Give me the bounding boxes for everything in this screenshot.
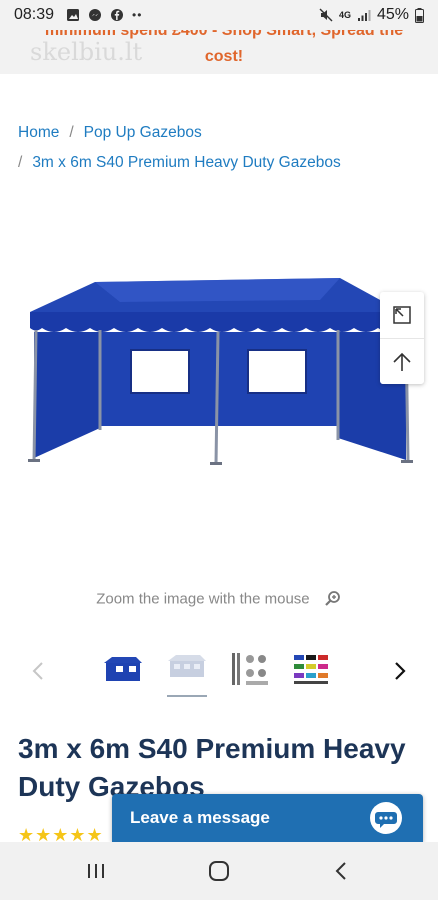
thumbnail-2[interactable] bbox=[166, 649, 208, 691]
arrow-up-icon bbox=[393, 352, 411, 371]
mute-icon bbox=[319, 8, 333, 22]
home-icon bbox=[209, 861, 229, 881]
thumbnail-1[interactable] bbox=[102, 649, 144, 691]
zoom-icon bbox=[325, 591, 340, 606]
image-tools bbox=[380, 292, 424, 384]
system-nav-bar bbox=[0, 842, 438, 900]
zoom-hint-text: Zoom the image with the mouse bbox=[96, 590, 310, 608]
expand-icon bbox=[393, 306, 411, 324]
recent-apps-icon bbox=[88, 864, 104, 878]
breadcrumb: Home / Pop Up Gazebos / 3m x 6m S40 Premium… bbox=[18, 118, 428, 178]
battery-percent: 45% bbox=[376, 6, 409, 23]
chat-widget[interactable]: Leave a message bbox=[112, 794, 423, 842]
status-dots: •• bbox=[132, 8, 143, 22]
breadcrumb-separator: / bbox=[18, 154, 23, 171]
breadcrumb-current[interactable]: 3m x 6m S40 Premium Heavy Duty Gazebos bbox=[32, 154, 340, 171]
facebook-icon bbox=[111, 9, 124, 21]
thumb-prev-button[interactable] bbox=[26, 659, 50, 683]
back-button[interactable] bbox=[321, 856, 361, 886]
recent-apps-button[interactable] bbox=[76, 856, 116, 886]
battery-icon bbox=[415, 7, 424, 23]
status-time: 08:39 bbox=[14, 6, 55, 23]
chevron-left-icon bbox=[32, 662, 43, 680]
thumbnail-3[interactable] bbox=[230, 649, 272, 691]
signal-icon bbox=[357, 10, 371, 21]
zoom-hint: Zoom the image with the mouse bbox=[0, 590, 438, 608]
breadcrumb-pop-up-gazebos[interactable]: Pop Up Gazebos bbox=[84, 124, 202, 141]
status-bar: 08:39 •• 4G 45% bbox=[0, 0, 438, 30]
expand-button[interactable] bbox=[380, 292, 424, 338]
thumb-next-button[interactable] bbox=[388, 659, 412, 683]
home-button[interactable] bbox=[199, 856, 239, 886]
product-image[interactable] bbox=[20, 270, 420, 470]
messenger-icon bbox=[89, 9, 102, 21]
back-icon bbox=[335, 862, 346, 880]
thumbnail-carousel bbox=[0, 645, 438, 705]
selected-thumbnail-indicator bbox=[167, 695, 207, 697]
promo-banner: skelbiu.lt minimum spend £400 - Shop Sma… bbox=[0, 30, 438, 74]
scroll-top-button[interactable] bbox=[380, 338, 424, 384]
chat-label[interactable]: Leave a message bbox=[130, 808, 270, 828]
chevron-right-icon bbox=[395, 662, 406, 680]
network-type: 4G bbox=[338, 9, 351, 20]
breadcrumb-home[interactable]: Home bbox=[18, 124, 59, 141]
chat-bubble-icon[interactable] bbox=[370, 802, 402, 834]
breadcrumb-separator: / bbox=[69, 124, 74, 141]
image-icon bbox=[67, 9, 80, 21]
thumbnail-4[interactable] bbox=[292, 649, 334, 691]
promo-text[interactable]: minimum spend £400 - Shop Smart, Spread … bbox=[24, 30, 424, 70]
